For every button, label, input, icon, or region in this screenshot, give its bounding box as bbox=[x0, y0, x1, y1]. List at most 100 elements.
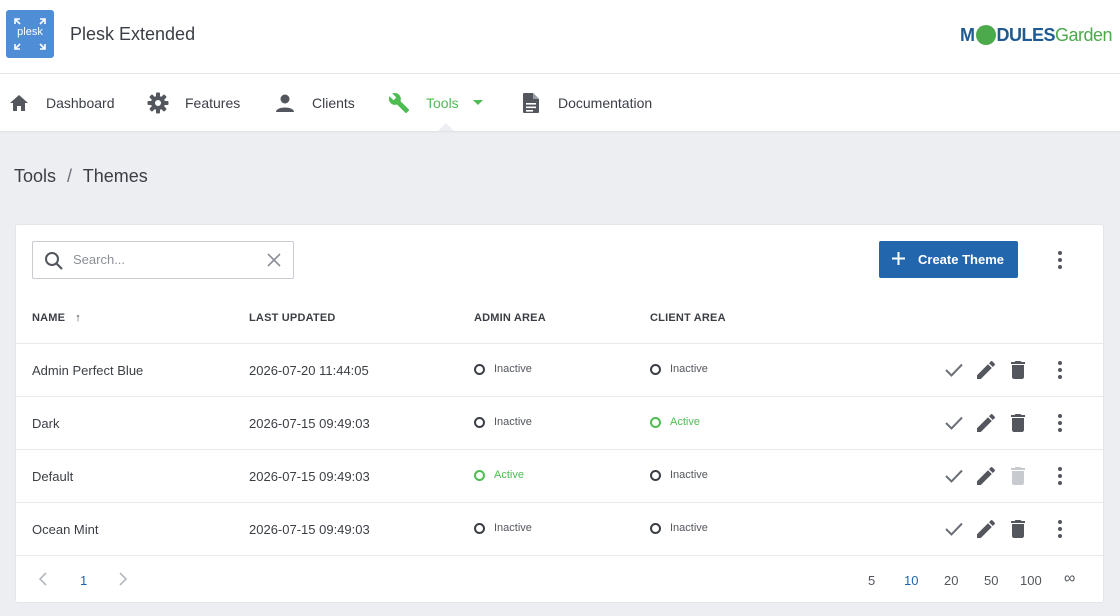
status-dot-icon bbox=[650, 522, 661, 534]
search-input[interactable] bbox=[73, 252, 253, 267]
clear-search-icon[interactable] bbox=[267, 253, 281, 272]
main-nav: Dashboard Features Clients Tools Documen… bbox=[0, 74, 1120, 131]
user-icon bbox=[274, 92, 296, 114]
status-dot-icon bbox=[474, 522, 485, 534]
plus-icon bbox=[892, 251, 905, 268]
wrench-icon bbox=[388, 92, 410, 114]
table-footer: 1 5 10 20 50 100 ∞ bbox=[16, 555, 1103, 603]
chevron-down-icon[interactable] bbox=[472, 100, 483, 105]
status-dot-icon bbox=[474, 416, 485, 428]
prev-page-icon[interactable] bbox=[38, 572, 48, 589]
nav-item-features[interactable]: Features bbox=[147, 74, 240, 131]
status-dot-icon bbox=[474, 469, 485, 481]
nav-item-clients[interactable]: Clients bbox=[274, 74, 355, 131]
page-size-50[interactable]: 50 bbox=[984, 573, 998, 588]
nav-item-dashboard[interactable]: Dashboard bbox=[8, 74, 115, 131]
status-label: Inactive bbox=[670, 469, 708, 481]
edit-pencil-icon[interactable] bbox=[976, 413, 996, 433]
delete-trash-icon[interactable] bbox=[1008, 413, 1028, 433]
document-icon bbox=[520, 92, 542, 114]
column-header-last-updated[interactable]: LAST UPDATED bbox=[249, 312, 336, 324]
admin-area-status: Inactive bbox=[474, 522, 532, 534]
client-area-status: Inactive bbox=[650, 363, 708, 375]
activate-check-icon[interactable] bbox=[944, 360, 964, 380]
more-options-icon[interactable] bbox=[1050, 250, 1070, 270]
globe-icon bbox=[975, 25, 996, 45]
column-header-name[interactable]: NAME ↑ bbox=[32, 312, 81, 324]
page-size-all[interactable]: ∞ bbox=[1064, 570, 1075, 588]
delete-trash-icon[interactable] bbox=[1008, 519, 1028, 539]
nav-item-tools[interactable]: Tools bbox=[388, 74, 483, 131]
nav-label: Clients bbox=[312, 94, 355, 111]
brand-garden: Garden bbox=[1055, 24, 1113, 45]
edit-pencil-icon[interactable] bbox=[976, 519, 996, 539]
active-nav-pointer bbox=[438, 123, 454, 131]
row-more-options-icon[interactable] bbox=[1050, 360, 1070, 380]
breadcrumb: Tools / Themes bbox=[14, 166, 148, 187]
gear-icon bbox=[147, 92, 169, 114]
activate-check-icon[interactable] bbox=[944, 466, 964, 486]
theme-name: Admin Perfect Blue bbox=[32, 363, 144, 378]
app-header: plesk Plesk Extended M DULES Garden bbox=[0, 0, 1120, 74]
theme-name: Ocean Mint bbox=[32, 522, 99, 537]
last-updated: 2026-07-15 09:49:03 bbox=[249, 469, 370, 484]
status-label: Inactive bbox=[494, 522, 532, 534]
row-more-options-icon[interactable] bbox=[1050, 466, 1070, 486]
page-size-100[interactable]: 100 bbox=[1020, 573, 1042, 588]
table-row: Ocean Mint 2026-07-15 09:49:03 Inactive Ina… bbox=[16, 502, 1103, 555]
nav-item-documentation[interactable]: Documentation bbox=[520, 74, 652, 131]
status-dot-icon bbox=[474, 363, 485, 375]
nav-label: Tools bbox=[426, 94, 459, 111]
nav-label: Documentation bbox=[558, 94, 653, 111]
brand-dules: DULES bbox=[996, 24, 1056, 45]
page-size-5[interactable]: 5 bbox=[868, 573, 875, 588]
table-row: Dark 2026-07-15 09:49:03 Inactive Active bbox=[16, 396, 1103, 449]
admin-area-status: Inactive bbox=[474, 363, 532, 375]
status-dot-icon bbox=[650, 416, 661, 428]
search-box bbox=[32, 241, 294, 279]
page-size-20[interactable]: 20 bbox=[944, 573, 958, 588]
plesk-logo[interactable]: plesk bbox=[6, 10, 54, 58]
edit-pencil-icon[interactable] bbox=[976, 360, 996, 380]
create-theme-button[interactable]: Create Theme bbox=[879, 241, 1018, 278]
status-label: Inactive bbox=[670, 363, 708, 375]
app-title: Plesk Extended bbox=[70, 24, 196, 44]
admin-area-status: Active bbox=[474, 469, 524, 481]
last-updated: 2026-07-15 09:49:03 bbox=[249, 522, 370, 537]
column-header-admin-area[interactable]: ADMIN AREA bbox=[474, 312, 546, 324]
nav-label: Dashboard bbox=[46, 94, 115, 111]
page-number-current[interactable]: 1 bbox=[80, 573, 87, 588]
activate-check-icon[interactable] bbox=[944, 519, 964, 539]
create-theme-label: Create Theme bbox=[918, 252, 1004, 267]
last-updated: 2026-07-15 09:49:03 bbox=[249, 416, 370, 431]
brand-m: M bbox=[960, 24, 975, 45]
status-label: Active bbox=[494, 469, 524, 481]
page-size-10[interactable]: 10 bbox=[904, 573, 918, 588]
row-more-options-icon[interactable] bbox=[1050, 413, 1070, 433]
themes-card: Create Theme NAME ↑ LAST UPDATED ADMIN AR… bbox=[15, 224, 1104, 603]
status-label: Inactive bbox=[670, 522, 708, 534]
column-header-client-area[interactable]: CLIENT AREA bbox=[650, 312, 726, 324]
delete-trash-icon bbox=[1008, 466, 1028, 486]
delete-trash-icon[interactable] bbox=[1008, 360, 1028, 380]
column-header-label: NAME bbox=[32, 312, 66, 324]
status-label: Inactive bbox=[494, 416, 532, 428]
status-label: Active bbox=[670, 416, 700, 428]
edit-pencil-icon[interactable] bbox=[976, 466, 996, 486]
search-icon bbox=[44, 251, 64, 276]
status-dot-icon bbox=[650, 363, 661, 375]
row-more-options-icon[interactable] bbox=[1050, 519, 1070, 539]
client-area-status: Inactive bbox=[650, 522, 708, 534]
breadcrumb-separator: / bbox=[67, 166, 73, 186]
modulesgarden-logo[interactable]: M DULES Garden bbox=[960, 20, 1113, 50]
admin-area-status: Inactive bbox=[474, 416, 532, 428]
activate-check-icon[interactable] bbox=[944, 413, 964, 433]
sort-ascending-icon: ↑ bbox=[75, 312, 81, 324]
last-updated: 2026-07-20 11:44:05 bbox=[249, 363, 369, 378]
breadcrumb-current: Themes bbox=[82, 166, 148, 186]
breadcrumb-parent[interactable]: Tools bbox=[14, 166, 56, 186]
client-area-status: Active bbox=[650, 416, 700, 428]
plesk-logo-text: plesk bbox=[17, 26, 43, 38]
status-dot-icon bbox=[650, 469, 661, 481]
next-page-icon[interactable] bbox=[118, 572, 128, 589]
